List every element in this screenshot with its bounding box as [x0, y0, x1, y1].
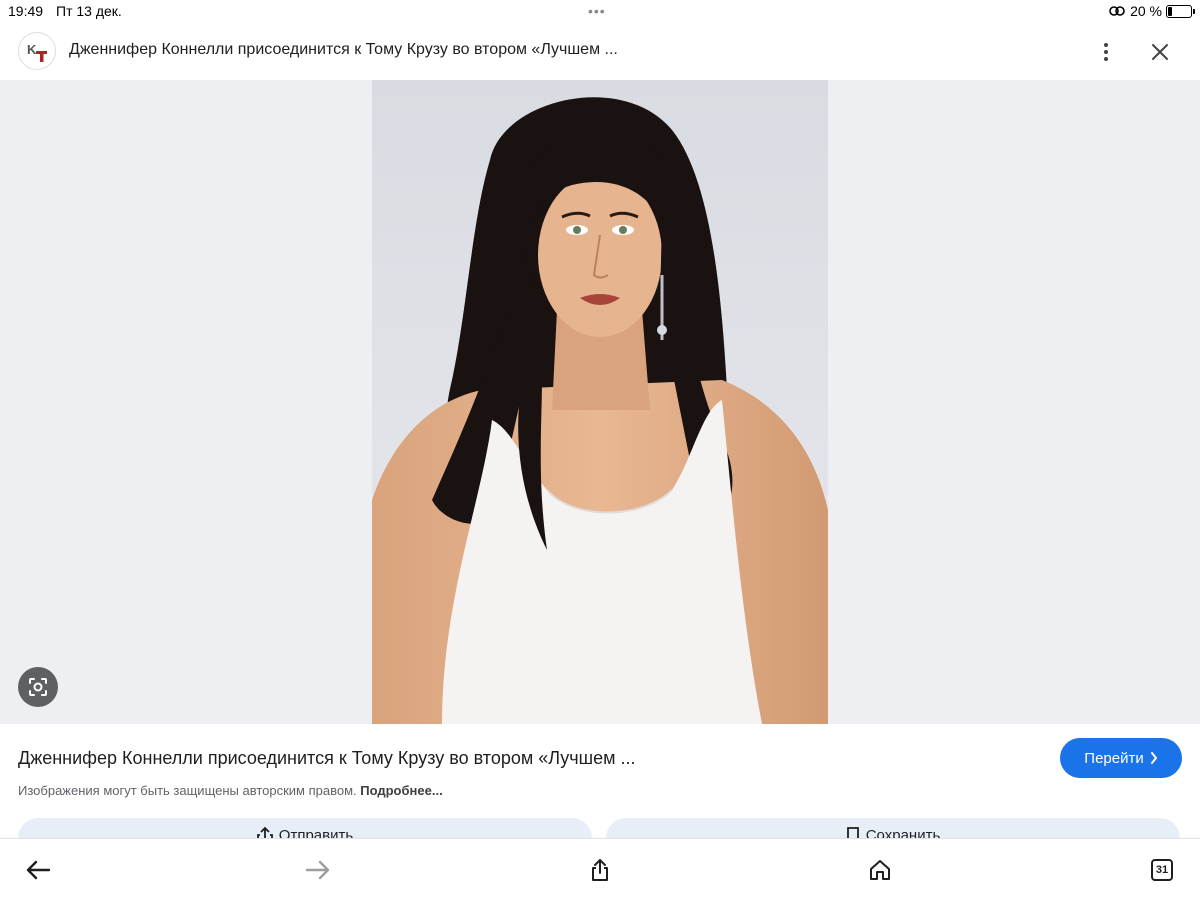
- battery-percent: 20 %: [1130, 3, 1162, 19]
- more-info-link[interactable]: Подробнее...: [360, 783, 442, 798]
- copyright-text: Изображения могут быть защищены авторски…: [18, 783, 361, 798]
- page-title: Дженнифер Коннелли присоединится к Тому …: [69, 41, 618, 58]
- tabs-button[interactable]: 31: [1142, 853, 1182, 887]
- share-label: Отправить: [278, 827, 354, 838]
- share-action-button[interactable]: Отправить: [18, 818, 592, 838]
- save-action-button[interactable]: Сохранить: [606, 818, 1180, 838]
- result-title[interactable]: Дженнифер Коннелли присоединится к Тому …: [18, 748, 635, 769]
- share-icon[interactable]: [580, 853, 620, 887]
- preview-image[interactable]: [372, 80, 828, 724]
- chevron-right-icon: [1150, 752, 1157, 764]
- status-bar: 19:49 Пт 13 дек. ••• 20 %: [0, 0, 1200, 24]
- home-icon[interactable]: [860, 853, 900, 887]
- tabs-count: 31: [1151, 859, 1173, 881]
- status-date: Пт 13 дек.: [56, 3, 122, 19]
- arrow-left-icon[interactable]: [18, 853, 58, 887]
- arrow-right-icon[interactable]: [298, 853, 338, 887]
- svg-text:K: K: [27, 42, 37, 57]
- battery-level: [1168, 6, 1172, 16]
- more-vert-icon[interactable]: [1092, 36, 1120, 68]
- status-time: 19:49: [8, 3, 44, 19]
- battery-icon: [1166, 4, 1195, 18]
- image-viewer: [0, 80, 1200, 724]
- multitasking-dots[interactable]: •••: [588, 3, 606, 19]
- kg-site-logo-icon[interactable]: K: [18, 32, 56, 70]
- google-lens-icon[interactable]: [18, 667, 58, 707]
- connection-icon: [1109, 6, 1125, 16]
- bookmark-icon: [846, 827, 859, 838]
- visit-button[interactable]: Перейти: [1060, 738, 1182, 778]
- status-indicators: 20 %: [1108, 3, 1195, 19]
- close-icon[interactable]: [1146, 36, 1174, 68]
- browser-toolbar: 31: [0, 838, 1200, 900]
- save-label: Сохранить: [865, 827, 941, 838]
- copyright-note: Изображения могут быть защищены авторски…: [18, 783, 443, 798]
- visit-button-label: Перейти: [1084, 749, 1144, 767]
- result-info-panel: Дженнифер Коннелли присоединится к Тому …: [0, 724, 1200, 838]
- share-icon: [256, 827, 273, 838]
- viewer-header: K Дженнифер Коннелли присоединится к Том…: [0, 24, 1200, 80]
